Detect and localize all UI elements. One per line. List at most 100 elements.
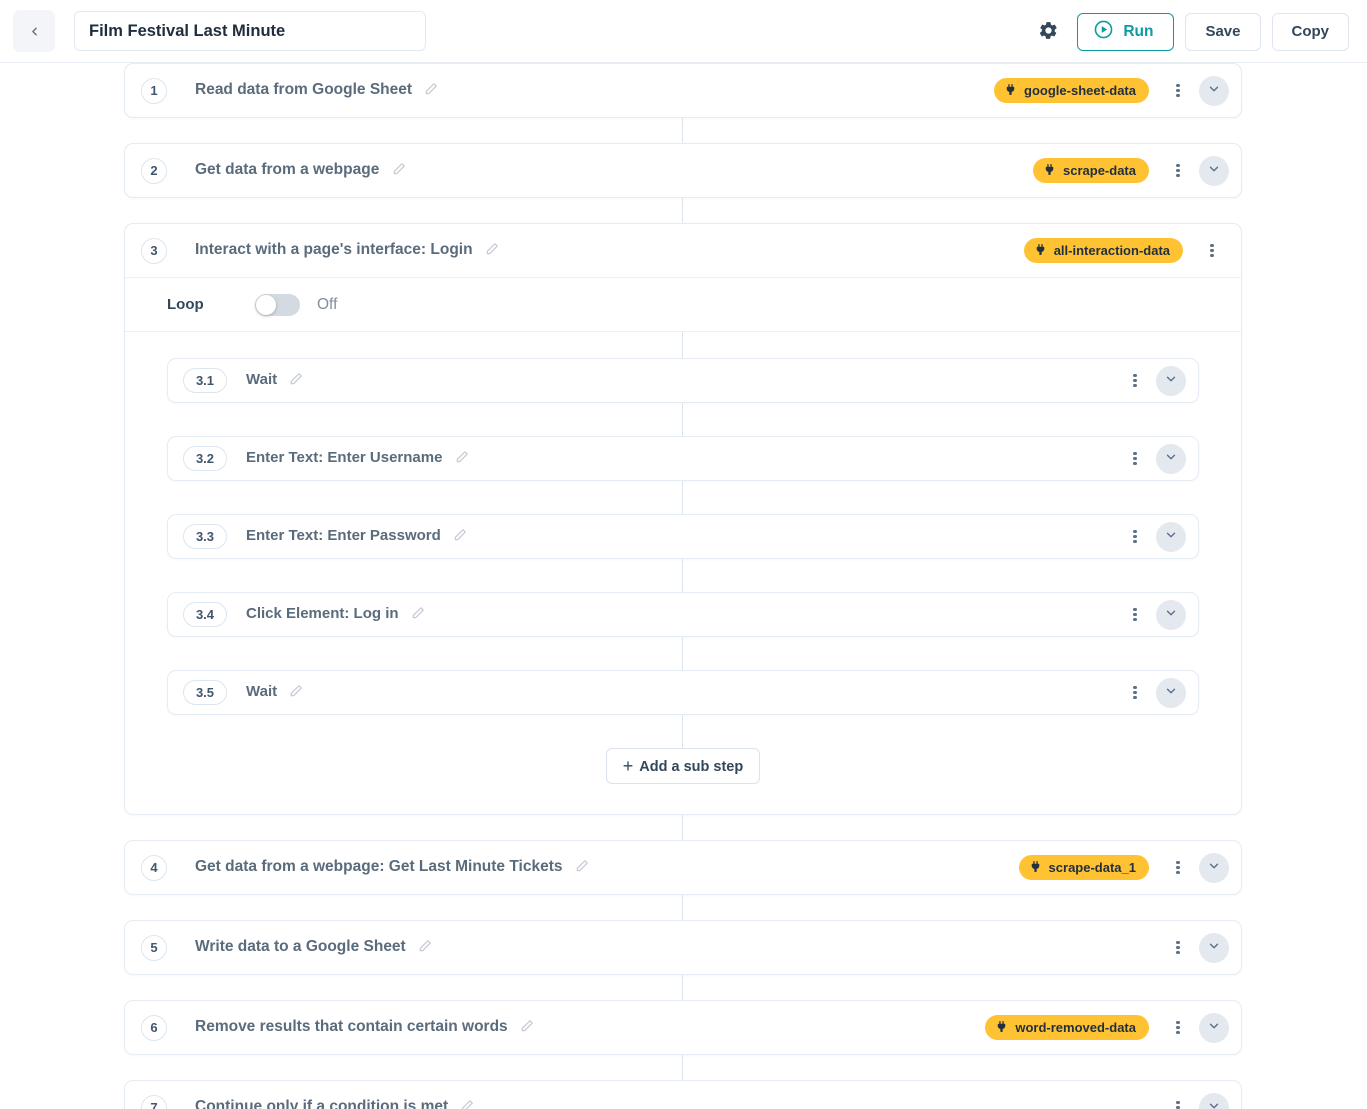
step-expand-button[interactable] [1199,75,1229,106]
step-connector-line [682,1055,683,1080]
step-label: Get data from a webpage: Get Last Minute… [195,858,589,878]
step-connector-line [682,403,683,436]
substep-expand-button[interactable] [1156,443,1186,474]
edit-pencil-icon[interactable] [460,1099,474,1109]
substep-label: Click Element: Log in [246,605,425,624]
plus-icon: + [622,755,634,776]
step-header-row[interactable]: 3 Interact with a page's interface: Logi… [125,224,1241,277]
app-header: Run Save Copy [0,0,1367,63]
substep-number-badge: 3.3 [183,524,227,549]
substep-card-3.4[interactable]: 3.4 Click Element: Log in [167,592,1199,637]
chevron-down-icon [1164,450,1178,467]
substep-row-actions [1106,364,1186,398]
chevron-down-icon [1207,162,1221,179]
step-expand-button[interactable] [1199,932,1229,963]
substep-card-3.5[interactable]: 3.5 Wait [167,670,1199,715]
step-expand-button[interactable] [1199,155,1229,186]
step-expand-button[interactable] [1199,852,1229,883]
workflow-title-input[interactable] [74,11,426,51]
substep-number-badge: 3.1 [183,368,227,393]
loop-toggle[interactable] [255,293,300,316]
back-button[interactable] [13,10,55,52]
edit-pencil-icon[interactable] [424,82,438,100]
step-header-row[interactable]: 7 Continue only if a condition is met [125,1081,1241,1109]
step-number-badge: 3 [141,237,167,264]
edit-pencil-icon[interactable] [418,939,432,957]
edit-pencil-icon[interactable] [485,242,499,260]
step-header-row[interactable]: 2 Get data from a webpage scrape-data [125,144,1241,197]
step-header-row[interactable]: 1 Read data from Google Sheet google-she… [125,64,1241,117]
step-connector-line [682,198,683,223]
step-output-badge[interactable]: google-sheet-data [994,78,1149,103]
step-expand-button[interactable] [1199,1012,1229,1043]
substep-menu-button[interactable] [1118,520,1152,554]
substep-list: 3.1 Wait 3.2 Enter Text: Enter Username [125,332,1241,814]
substep-expand-button[interactable] [1156,365,1186,396]
substep-card-3.2[interactable]: 3.2 Enter Text: Enter Username [167,436,1199,481]
step-menu-button[interactable] [1161,74,1195,108]
step-row-actions: all-interaction-data [1023,234,1229,268]
chevron-down-icon [1164,372,1178,389]
settings-button[interactable] [1033,17,1063,47]
loop-label: Loop [167,296,204,313]
step-label: Write data to a Google Sheet [195,938,432,958]
substep-row-actions [1106,676,1186,710]
edit-pencil-icon[interactable] [455,451,469,468]
step-connector-line [682,637,683,670]
edit-pencil-icon[interactable] [575,859,589,877]
step-row-actions: scrape-data [1033,154,1229,188]
edit-pencil-icon[interactable] [453,529,467,546]
substep-card-3.3[interactable]: 3.3 Enter Text: Enter Password [167,514,1199,559]
substep-row-actions [1106,598,1186,632]
step-menu-button[interactable] [1161,1091,1195,1109]
step-output-badge-label: scrape-data_1 [1048,860,1136,875]
substep-expand-button[interactable] [1156,521,1186,552]
step-menu-button[interactable] [1161,931,1195,965]
play-circle-icon [1093,19,1114,44]
step-connector-line [682,481,683,514]
step-menu-button[interactable] [1195,234,1229,268]
chevron-down-icon [1207,1019,1221,1036]
add-substep-button[interactable]: + Add a sub step [605,748,761,784]
substep-menu-button[interactable] [1118,364,1152,398]
step-expand-button[interactable] [1199,1092,1229,1109]
substep-card-3.1[interactable]: 3.1 Wait [167,358,1199,403]
chevron-down-icon [1207,939,1221,956]
step-connector-line [682,895,683,920]
step-output-badge[interactable]: scrape-data_1 [1018,855,1149,880]
substep-menu-button[interactable] [1118,676,1152,710]
substep-menu-button[interactable] [1118,442,1152,476]
step-output-badge[interactable]: all-interaction-data [1023,238,1183,263]
edit-pencil-icon[interactable] [411,607,425,624]
substep-menu-button[interactable] [1118,598,1152,632]
step-output-badge[interactable]: word-removed-data [985,1015,1149,1040]
step-card-5: 5 Write data to a Google Sheet [124,920,1242,975]
edit-pencil-icon[interactable] [289,685,303,702]
edit-pencil-icon[interactable] [392,162,406,180]
step-label: Get data from a webpage [195,161,406,181]
substep-expand-button[interactable] [1156,677,1186,708]
plug-icon [1034,243,1047,259]
substep-expand-button[interactable] [1156,599,1186,630]
step-header-row[interactable]: 5 Write data to a Google Sheet [125,921,1241,974]
edit-pencil-icon[interactable] [520,1019,534,1037]
step-menu-button[interactable] [1161,154,1195,188]
chevron-down-icon [1164,606,1178,623]
step-header-row[interactable]: 4 Get data from a webpage: Get Last Minu… [125,841,1241,894]
step-connector-line [682,975,683,1000]
substep-number-badge: 3.2 [183,446,227,471]
step-menu-button[interactable] [1161,1011,1195,1045]
step-header-row[interactable]: 6 Remove results that contain certain wo… [125,1001,1241,1054]
copy-button[interactable]: Copy [1271,12,1349,51]
substep-label: Wait [246,371,303,390]
save-button[interactable]: Save [1185,12,1261,51]
edit-pencil-icon[interactable] [289,373,303,390]
plug-icon [1004,83,1017,99]
step-connector-line [682,559,683,592]
step-menu-button[interactable] [1161,851,1195,885]
chevron-down-icon [1164,684,1178,701]
step-output-badge[interactable]: scrape-data [1033,158,1149,183]
step-row-actions: word-removed-data [985,1011,1229,1045]
substep-label: Enter Text: Enter Password [246,527,467,546]
run-button[interactable]: Run [1077,12,1175,51]
